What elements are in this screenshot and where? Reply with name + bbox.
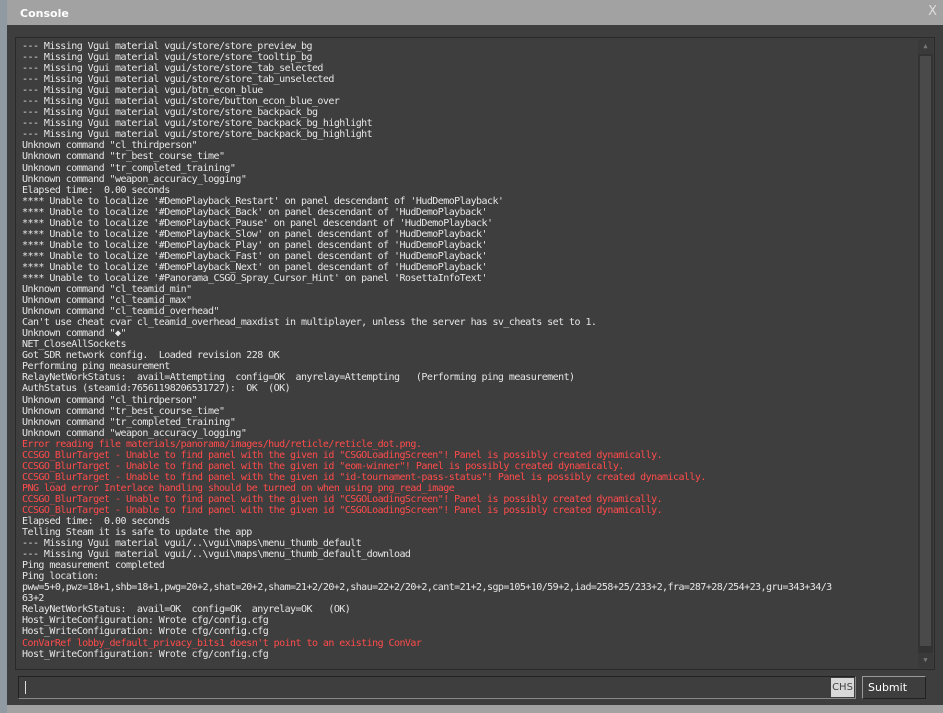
error-line: CCSGO_BlurTarget - Unable to find panel … bbox=[22, 504, 663, 516]
log-line: --- Missing Vgui material vgui/store/sto… bbox=[22, 74, 334, 86]
log-line: Ping location: bbox=[22, 571, 99, 583]
close-icon[interactable]: X bbox=[928, 4, 937, 19]
error-line: CCSGO_BlurTarget - Unable to find panel … bbox=[22, 493, 663, 505]
log-line: Performing ping measurement bbox=[22, 361, 170, 373]
console-lines: --- Missing Vgui material vgui/store/sto… bbox=[22, 41, 917, 660]
log-line: Host_WriteConfiguration: Wrote cfg/confi… bbox=[22, 648, 269, 660]
log-line: 63+2 bbox=[22, 593, 44, 605]
log-line: Host_WriteConfiguration: Wrote cfg/confi… bbox=[22, 615, 269, 627]
log-line: Unknown command "tr_completed_training" bbox=[22, 416, 236, 428]
log-line: pww=5+0,pwz=18+1,shb=18+1,pwg=20+2,shat=… bbox=[22, 582, 832, 594]
console-log: --- Missing Vgui material vgui/store/sto… bbox=[15, 37, 935, 670]
scrollbar-thumb[interactable] bbox=[920, 56, 931, 646]
log-line: --- Missing Vgui material vgui/store/sto… bbox=[22, 41, 313, 52]
log-line: Unknown command "cl_teamid_overhead" bbox=[22, 306, 220, 318]
scroll-up-icon[interactable]: ▲ bbox=[918, 39, 933, 54]
window-title: Console bbox=[20, 7, 69, 20]
log-line: --- Missing Vgui material vgui/store/sto… bbox=[22, 63, 323, 75]
log-line: Unknown command "tr_best_course_time" bbox=[22, 151, 225, 163]
scrollbar[interactable]: ▲ ▼ bbox=[918, 39, 933, 668]
scroll-down-icon[interactable]: ▼ bbox=[918, 653, 933, 668]
log-line: RelayNetWorkStatus: avail=Attempting con… bbox=[22, 372, 575, 384]
log-line: Unknown command "cl_teamid_max" bbox=[22, 295, 192, 307]
log-line: **** Unable to localize '#DemoPlayback_S… bbox=[22, 228, 488, 240]
log-line: Got SDR network config. Loaded revision … bbox=[22, 350, 280, 362]
log-line: Host_WriteConfiguration: Wrote cfg/confi… bbox=[22, 626, 269, 638]
log-line: Unknown command "cl_thirdperson" bbox=[22, 394, 198, 406]
error-line: CCSGO_BlurTarget - Unable to find panel … bbox=[22, 460, 624, 472]
ime-indicator: CHS bbox=[831, 678, 854, 697]
log-line: Ping measurement completed bbox=[22, 560, 165, 572]
log-line: Unknown command "tr_best_course_time" bbox=[22, 405, 225, 417]
error-line: CCSGO_BlurTarget - Unable to find panel … bbox=[22, 449, 663, 461]
log-line: **** Unable to localize '#DemoPlayback_N… bbox=[22, 261, 488, 273]
command-input[interactable] bbox=[23, 679, 823, 696]
log-line: --- Missing Vgui material vgui/store/but… bbox=[22, 96, 340, 108]
log-line: **** Unable to localize '#DemoPlayback_F… bbox=[22, 250, 488, 262]
error-line: Error reading file materials/panorama/im… bbox=[22, 438, 422, 450]
log-line: Telling Steam it is safe to update the a… bbox=[22, 527, 252, 539]
log-line: NET_CloseAllSockets bbox=[22, 339, 127, 351]
log-line: --- Missing Vgui material vgui/..\vgui\m… bbox=[22, 538, 362, 550]
error-line: PNG load error Interlace handling should… bbox=[22, 482, 455, 494]
log-line: --- Missing Vgui material vgui/store/sto… bbox=[22, 52, 313, 64]
log-line: Unknown command "weapon_accuracy_logging… bbox=[22, 427, 247, 439]
log-line: --- Missing Vgui material vgui/store/sto… bbox=[22, 129, 373, 141]
log-line: RelayNetWorkStatus: avail=OK config=OK a… bbox=[22, 604, 351, 616]
log-line: **** Unable to localize '#DemoPlayback_B… bbox=[22, 206, 488, 218]
log-line: Unknown command "cl_thirdperson" bbox=[22, 140, 198, 152]
console-window: Console X --- Missing Vgui material vgui… bbox=[7, 0, 943, 713]
log-line: Unknown command "weapon_accuracy_logging… bbox=[22, 173, 247, 185]
error-line: ConVarRef lobby_default_privacy_bits1 do… bbox=[22, 637, 422, 649]
log-line: Elapsed time: 0.00 seconds bbox=[22, 516, 170, 528]
log-line: Unknown command "cl_teamid_min" bbox=[22, 284, 192, 296]
console-body: --- Missing Vgui material vgui/store/sto… bbox=[7, 25, 943, 705]
log-line: **** Unable to localize '#DemoPlayback_R… bbox=[22, 195, 504, 207]
log-line: AuthStatus (steamid:76561198206531727): … bbox=[22, 383, 291, 395]
log-line: **** Unable to localize '#DemoPlayback_P… bbox=[22, 239, 488, 251]
log-line: --- Missing Vgui material vgui/store/sto… bbox=[22, 118, 373, 130]
log-line: --- Missing Vgui material vgui/btn_econ_… bbox=[22, 85, 263, 97]
error-line: CCSGO_BlurTarget - Unable to find panel … bbox=[22, 471, 706, 483]
log-line: --- Missing Vgui material vgui/store/sto… bbox=[22, 107, 318, 119]
log-line: Can't use cheat cvar cl_teamid_overhead_… bbox=[22, 317, 597, 329]
log-line: Elapsed time: 0.00 seconds bbox=[22, 184, 170, 196]
log-line: --- Missing Vgui material vgui/..\vgui\m… bbox=[22, 549, 411, 561]
log-line: **** Unable to localize '#DemoPlayback_P… bbox=[22, 217, 493, 229]
log-line: Unknown command "tr_completed_training" bbox=[22, 162, 236, 174]
log-line: **** Unable to localize '#Panorama_CSGO_… bbox=[22, 272, 488, 284]
command-input-box[interactable]: CHS bbox=[18, 676, 856, 699]
submit-button[interactable]: Submit bbox=[862, 676, 926, 699]
log-line: Unknown command "◆" bbox=[22, 328, 127, 340]
